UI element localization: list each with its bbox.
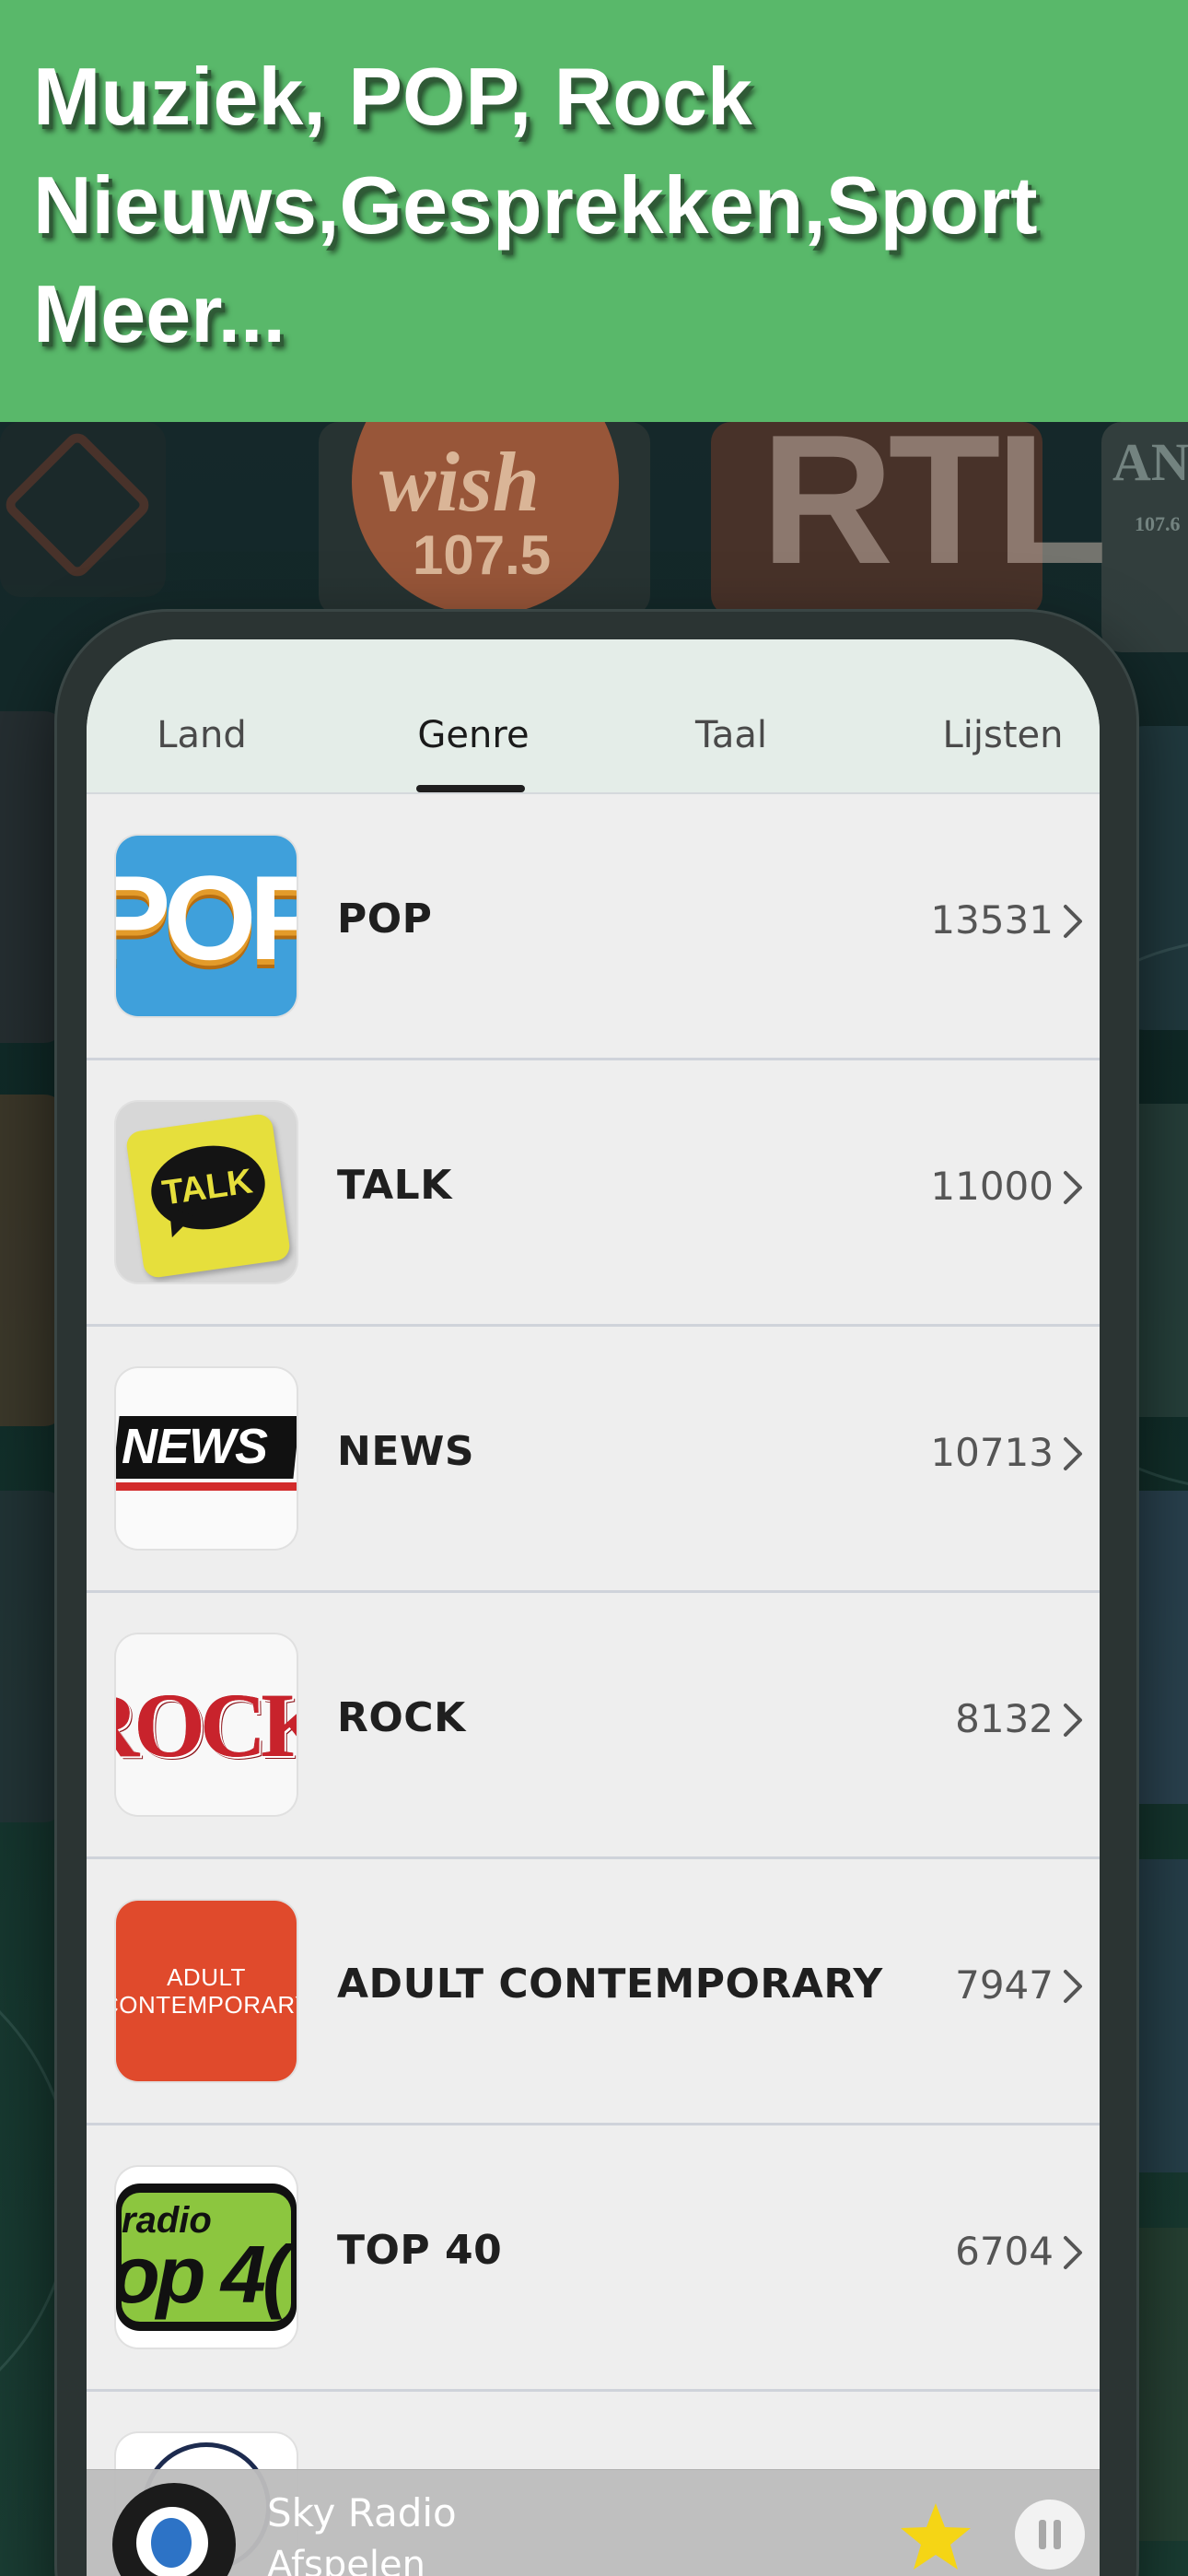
station-count: 10713 — [930, 1430, 1054, 1475]
genre-name: TOP 40 — [337, 2227, 503, 2274]
an-logo-frequency: 107.6 — [1135, 512, 1181, 535]
promo-banner: Muziek, POP, Rock Nieuws,Gesprekken,Spor… — [0, 0, 1188, 422]
adult-thumbnail-text-1: ADULT — [167, 1963, 246, 1991]
top40-genre-thumbnail: radio op 4( — [116, 2167, 297, 2348]
chevron-right-icon — [1064, 1171, 1082, 1204]
genre-row-adult-contemporary[interactable]: ADULT CONTEMPORARY ADULT CONTEMPORARY 79… — [87, 1859, 1100, 2125]
adult-thumbnail-text-2: CONTEMPORARY — [116, 1991, 297, 2019]
station-count: 6704 — [955, 2229, 1054, 2274]
wish-logo-frequency: 107.5 — [413, 524, 552, 586]
banner-line-1: Muziek, POP, Rock — [33, 51, 752, 142]
banner-line-2: Nieuws,Gesprekken,Sport — [33, 159, 1038, 251]
active-tab-indicator — [416, 785, 525, 792]
mini-player[interactable]: Sky Radio Afspelen — [87, 2469, 1100, 2576]
genre-name: TALK — [337, 1162, 452, 1209]
genre-list: POP POP 13531 TALK TALK 11000 NEWS NEWS … — [87, 794, 1100, 2576]
tab-lijsten[interactable]: Lijsten — [925, 706, 1081, 765]
background-tile — [0, 422, 166, 597]
genre-name: ADULT CONTEMPORARY — [337, 1961, 883, 2008]
sky-radio-logo — [136, 2507, 208, 2576]
genre-name: NEWS — [337, 1428, 475, 1475]
star-icon[interactable] — [897, 2500, 974, 2573]
station-count: 13531 — [930, 897, 1054, 943]
pause-button[interactable] — [1015, 2500, 1085, 2570]
chevron-right-icon — [1064, 1704, 1082, 1737]
top40-logo-shape — [0, 427, 155, 582]
app-screen: Land Genre Taal Lijsten POP POP 13531 TA… — [87, 639, 1100, 2576]
chevron-right-icon — [1064, 1437, 1082, 1470]
genre-name: ROCK — [337, 1694, 466, 1741]
genre-row-talk[interactable]: TALK TALK 11000 — [87, 1060, 1100, 1327]
adult-contemporary-genre-thumbnail: ADULT CONTEMPORARY — [116, 1901, 297, 2081]
station-count: 8132 — [955, 1696, 1054, 1741]
an-logo-text: AN — [1112, 432, 1188, 492]
rock-thumbnail-text: ROCK — [116, 1673, 297, 1776]
pop-genre-thumbnail: POP — [116, 836, 297, 1016]
top40-thumbnail-text-2: op 4( — [116, 2229, 289, 2320]
pause-icon — [1039, 2520, 1046, 2549]
pop-thumbnail-text: POP — [116, 850, 297, 985]
genre-row-news[interactable]: NEWS NEWS 10713 — [87, 1327, 1100, 1593]
station-count: 11000 — [930, 1164, 1054, 1209]
chevron-right-icon — [1064, 1970, 1082, 2003]
category-tab-bar: Land Genre Taal Lijsten — [87, 639, 1100, 794]
rock-genre-thumbnail: ROCK — [116, 1634, 297, 1815]
talk-genre-thumbnail: TALK — [116, 1102, 297, 1282]
news-genre-thumbnail: NEWS — [116, 1368, 297, 1549]
background-tile — [0, 711, 64, 1043]
genre-row-top-40[interactable]: radio op 4( TOP 40 6704 — [87, 2125, 1100, 2392]
wish-logo-text: wish — [379, 435, 540, 529]
pause-icon — [1054, 2520, 1061, 2549]
tab-land[interactable]: Land — [142, 706, 262, 765]
station-count: 7947 — [955, 1962, 1054, 2008]
chevron-right-icon — [1064, 2236, 1082, 2269]
genre-name: POP — [337, 896, 433, 943]
player-status: Afspelen — [267, 2544, 425, 2576]
player-station-title: Sky Radio — [267, 2490, 457, 2535]
tab-genre[interactable]: Genre — [400, 706, 547, 765]
banner-line-3: Meer... — [33, 268, 285, 359]
news-thumbnail-text: NEWS — [122, 1419, 268, 1474]
genre-row-pop[interactable]: POP POP 13531 — [87, 794, 1100, 1060]
chevron-right-icon — [1064, 905, 1082, 938]
background-tile — [0, 1491, 64, 1822]
background-tile — [0, 1095, 64, 1426]
news-thumbnail-underline — [116, 1482, 297, 1491]
genre-row-rock[interactable]: ROCK ROCK 8132 — [87, 1593, 1100, 1859]
tab-taal[interactable]: Taal — [676, 706, 786, 765]
rtl-logo-text: RTL — [761, 422, 1108, 603]
